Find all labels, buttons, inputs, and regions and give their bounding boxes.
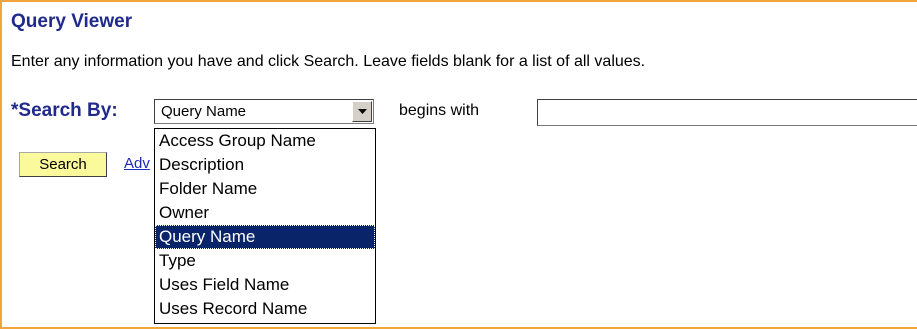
dropdown-option-type[interactable]: Type (155, 249, 375, 273)
dropdown-option-access-group-name[interactable]: Access Group Name (155, 129, 375, 153)
search-by-label-text: Search By: (18, 100, 118, 121)
page-title: Query Viewer (11, 11, 133, 32)
search-by-selected-value: Query Name (161, 103, 247, 120)
dropdown-arrow-button[interactable] (352, 101, 372, 122)
dropdown-option-uses-field-name[interactable]: Uses Field Name (155, 273, 375, 297)
page-frame: Query Viewer Enter any information you h… (0, 0, 917, 329)
dropdown-option-uses-record-name[interactable]: Uses Record Name (155, 297, 375, 321)
dropdown-option-query-name[interactable]: Query Name (155, 225, 375, 249)
operator-label: begins with (399, 102, 480, 119)
instructions-text: Enter any information you have and click… (11, 53, 646, 70)
search-by-select[interactable]: Query Name (154, 99, 374, 124)
search-button[interactable]: Search (19, 152, 107, 177)
search-by-dropdown-list[interactable]: Access Group Name Description Folder Nam… (154, 128, 376, 324)
dropdown-option-folder-name[interactable]: Folder Name (155, 177, 375, 201)
chevron-down-icon (357, 109, 367, 114)
search-by-label: *Search By: (11, 100, 118, 122)
dropdown-option-description[interactable]: Description (155, 153, 375, 177)
search-value-input[interactable] (537, 99, 917, 126)
advanced-search-link[interactable]: Adv (124, 155, 150, 172)
dropdown-option-owner[interactable]: Owner (155, 201, 375, 225)
